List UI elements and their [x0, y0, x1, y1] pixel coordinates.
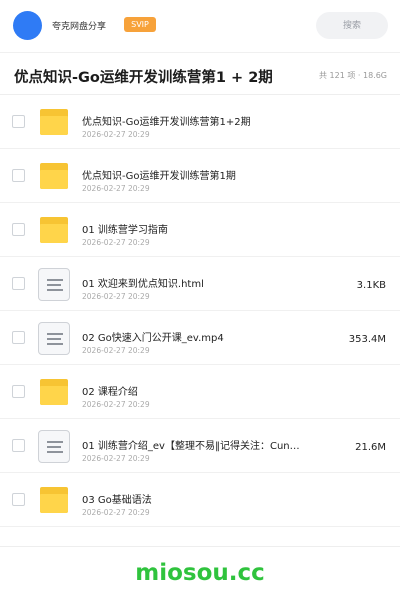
svip-badge: SVIP: [124, 17, 156, 32]
folder-icon: [38, 215, 70, 245]
document-icon: [38, 322, 70, 355]
file-date: 2026-02-27 20:29: [82, 292, 150, 301]
file-name: 01 训练营介绍_ev【整理不易‖记得关注：Cun…: [82, 441, 300, 452]
watermark: miosou.cc: [135, 560, 265, 586]
file-date: 2026-02-27 20:29: [82, 346, 150, 355]
page-title: 优点知识-Go运维开发训练营第1 + 2期: [14, 70, 273, 86]
item-summary: 共 121 项 · 18.6G: [319, 71, 387, 80]
document-icon: [38, 430, 70, 463]
folder-icon: [38, 485, 70, 515]
file-date: 2026-02-27 20:29: [82, 454, 150, 463]
header-divider: [0, 52, 400, 53]
file-name: 优点知识-Go运维开发训练营第1期: [82, 171, 236, 182]
folder-row[interactable]: 优点知识-Go运维开发训练营第1+2期 2026-02-27 20:29: [0, 95, 400, 149]
title-row: 优点知识-Go运维开发训练营第1 + 2期 共 121 项 · 18.6G: [0, 55, 400, 95]
file-name: 02 Go快速入门公开课_ev.mp4: [82, 333, 224, 344]
file-name: 优点知识-Go运维开发训练营第1+2期: [82, 117, 251, 128]
folder-row[interactable]: 优点知识-Go运维开发训练营第1期 2026-02-27 20:29: [0, 149, 400, 203]
row-checkbox[interactable]: [12, 493, 25, 506]
search-input[interactable]: [316, 12, 388, 39]
folder-icon: [38, 377, 70, 407]
document-icon: [38, 268, 70, 301]
folder-row[interactable]: 01 训练营学习指南 2026-02-27 20:29: [0, 203, 400, 257]
file-date: 2026-02-27 20:29: [82, 184, 150, 193]
file-row[interactable]: 02 Go快速入门公开课_ev.mp4 2026-02-27 20:29 353.4…: [0, 311, 400, 365]
file-date: 2026-02-27 20:29: [82, 238, 150, 247]
file-row[interactable]: 01 欢迎来到优点知识.html 2026-02-27 20:29 3.1KB: [0, 257, 400, 311]
file-date: 2026-02-27 20:29: [82, 130, 150, 139]
row-checkbox[interactable]: [12, 331, 25, 344]
file-name: 02 课程介绍: [82, 387, 138, 398]
row-checkbox[interactable]: [12, 385, 25, 398]
folder-row[interactable]: 03 Go基础语法 2026-02-27 20:29: [0, 473, 400, 527]
file-date: 2026-02-27 20:29: [82, 508, 150, 517]
file-size: 3.1KB: [356, 280, 386, 291]
avatar[interactable]: [13, 11, 42, 40]
file-date: 2026-02-27 20:29: [82, 400, 150, 409]
row-checkbox[interactable]: [12, 115, 25, 128]
file-size: 353.4M: [348, 334, 386, 345]
row-checkbox[interactable]: [12, 223, 25, 236]
file-size: 21.6M: [355, 442, 386, 453]
row-checkbox[interactable]: [12, 169, 25, 182]
file-row[interactable]: 01 训练营介绍_ev【整理不易‖记得关注：Cun… 2026-02-27 20:…: [0, 419, 400, 473]
row-checkbox[interactable]: [12, 439, 25, 452]
list-end-divider: [0, 546, 400, 547]
file-list: 优点知识-Go运维开发训练营第1+2期 2026-02-27 20:29 优点知识-…: [0, 95, 400, 527]
folder-row[interactable]: 02 课程介绍 2026-02-27 20:29: [0, 365, 400, 419]
app-name: 夸克网盘分享: [52, 22, 107, 32]
file-name: 01 训练营学习指南: [82, 225, 168, 236]
row-checkbox[interactable]: [12, 277, 25, 290]
file-name: 01 欢迎来到优点知识.html: [82, 279, 204, 290]
top-bar: 夸克网盘分享 SVIP: [0, 0, 400, 50]
folder-icon: [38, 161, 70, 191]
file-name: 03 Go基础语法: [82, 495, 152, 506]
folder-icon: [38, 107, 70, 137]
